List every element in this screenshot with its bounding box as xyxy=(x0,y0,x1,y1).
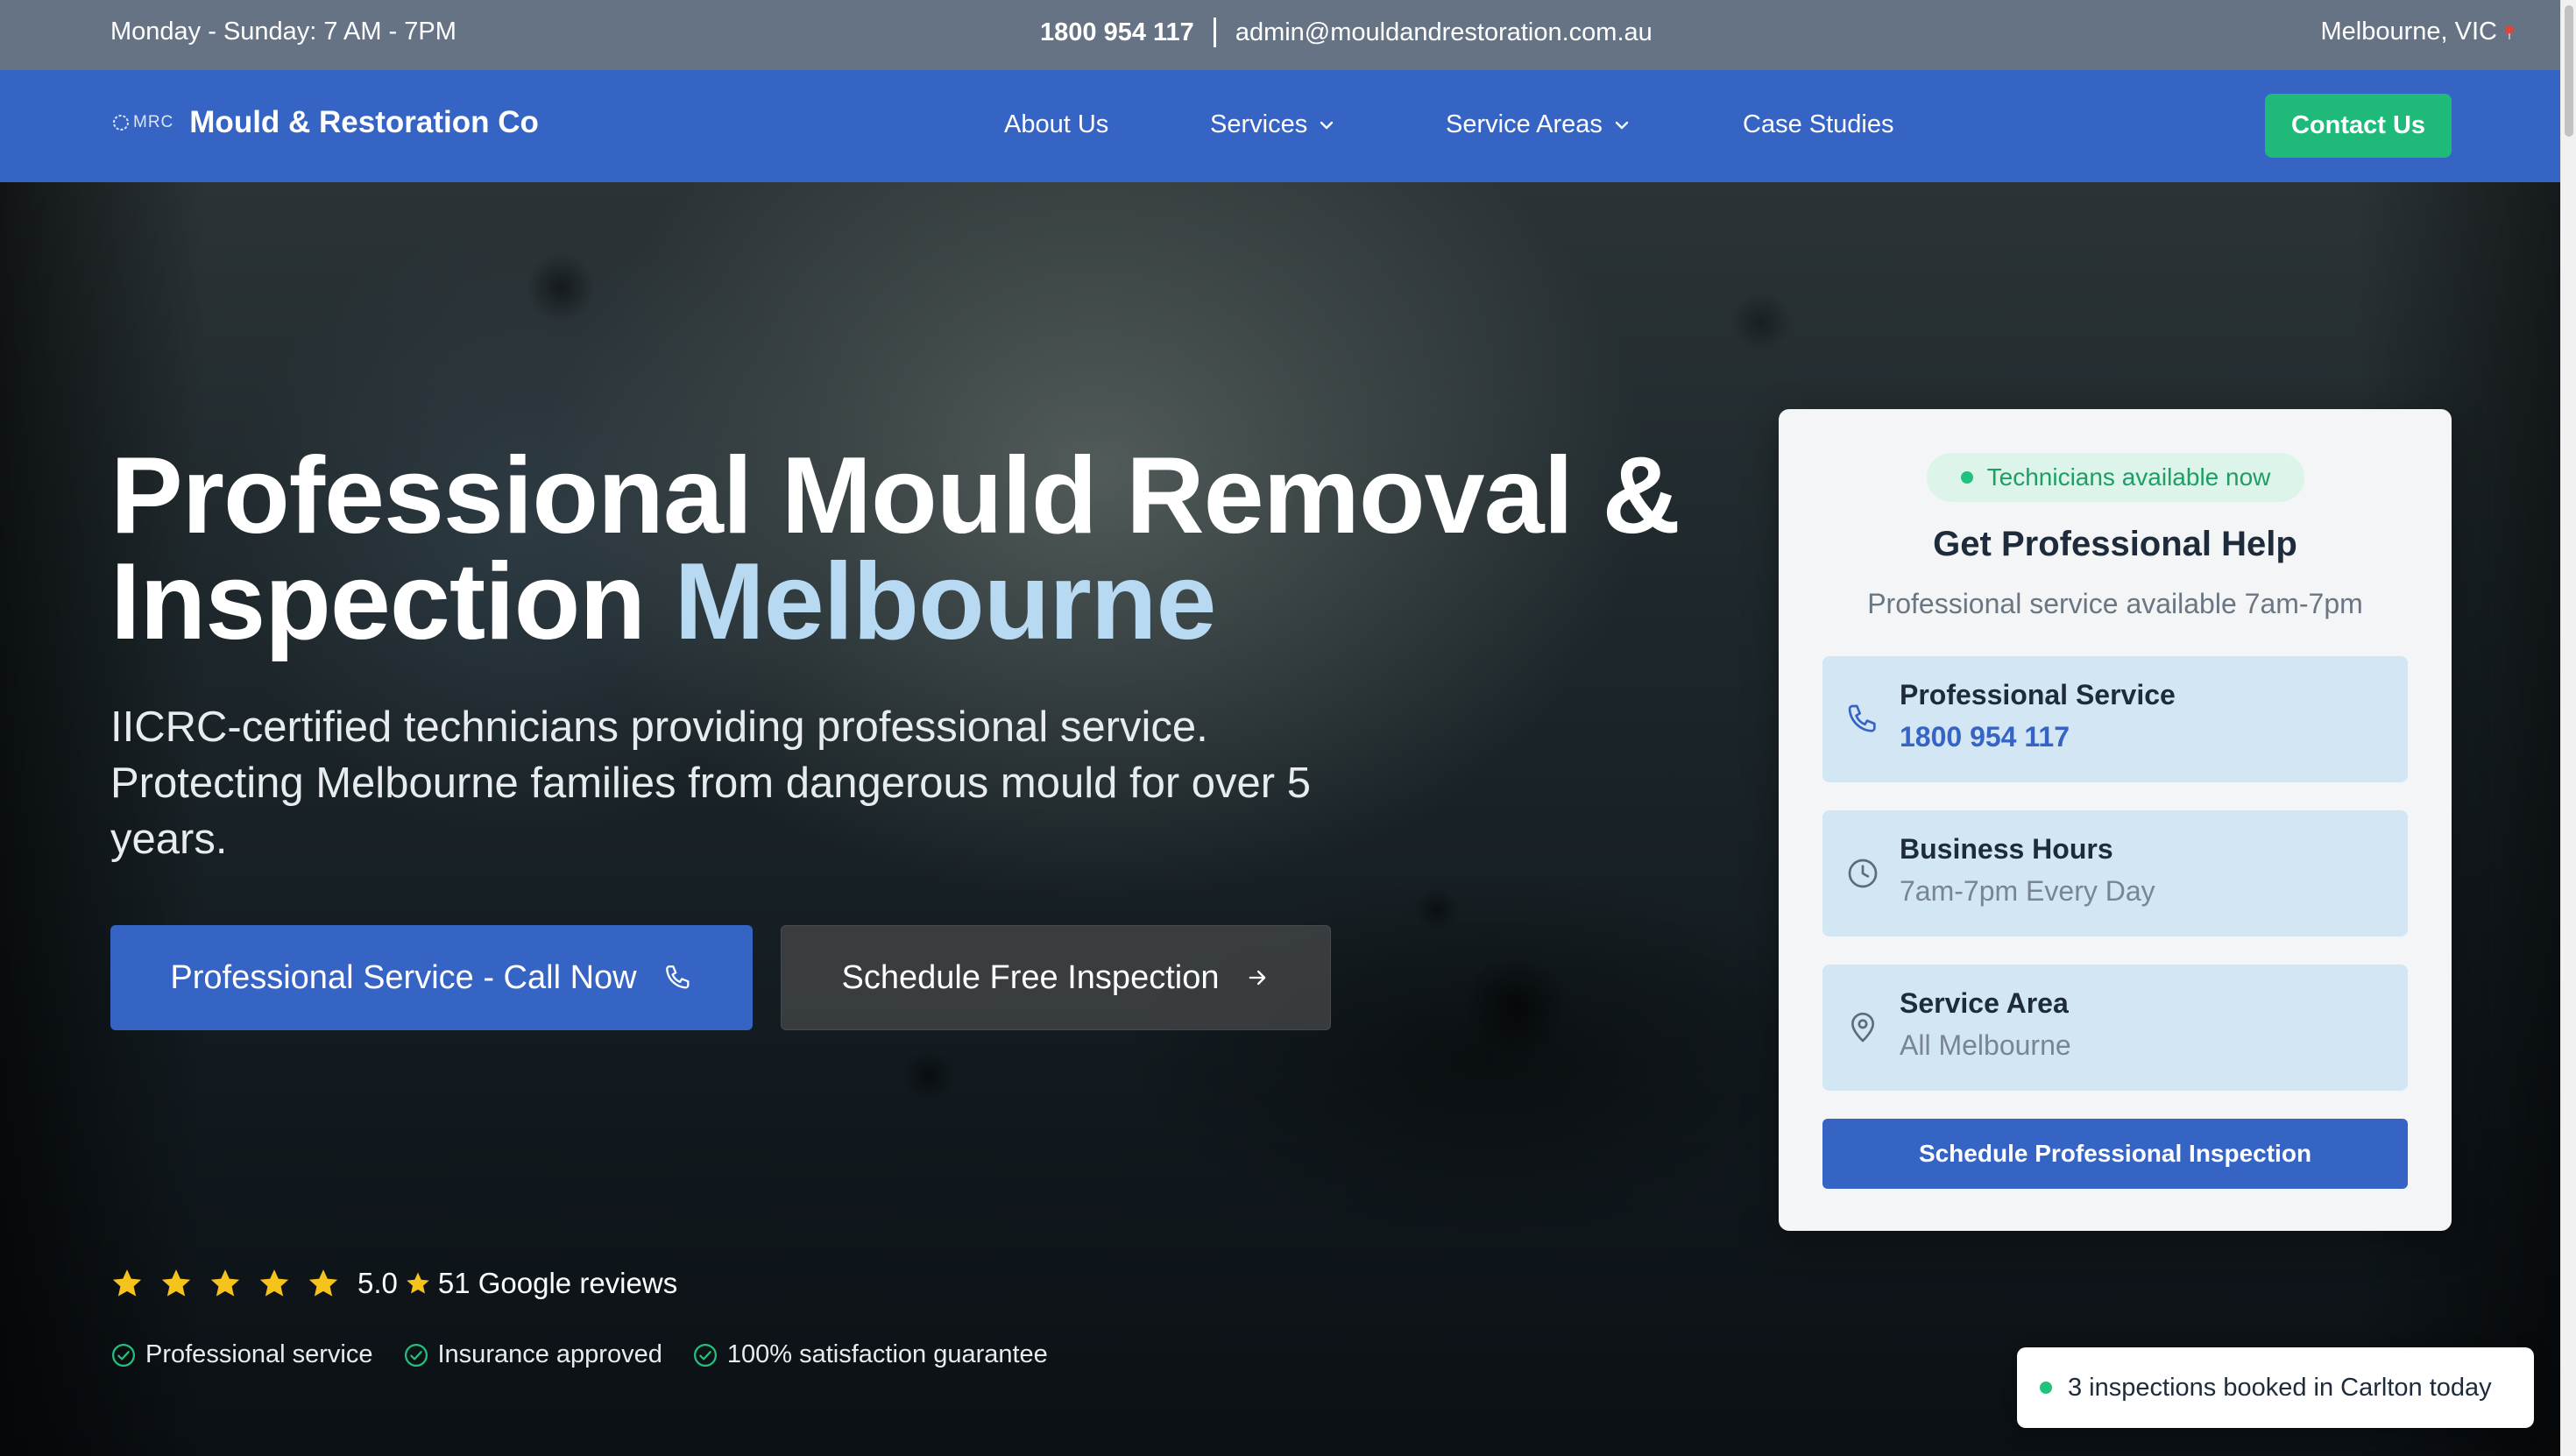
star-icon xyxy=(308,1269,338,1297)
phone-info-box[interactable]: Professional Service 1800 954 117 xyxy=(1822,656,2408,782)
pin-icon xyxy=(2504,25,2515,39)
clock-icon xyxy=(1848,859,1878,888)
chevron-down-icon xyxy=(1615,121,1629,129)
schedule-inspection-button[interactable]: Schedule Free Inspection xyxy=(781,925,1331,1030)
schedule-professional-inspection-button[interactable]: Schedule Professional Inspection xyxy=(1822,1119,2408,1189)
nav-case-studies[interactable]: Case Studies xyxy=(1743,110,1894,139)
check-circle-icon xyxy=(112,1343,135,1367)
area-info-box: Service Area All Melbourne xyxy=(1822,965,2408,1091)
info-title: Professional Service xyxy=(1900,679,2176,710)
top-info-bar: Monday - Sunday: 7 AM - 7PM 1800 954 117… xyxy=(0,0,2560,70)
assurance-list: Professional service Insurance approved … xyxy=(110,1340,1048,1369)
call-now-label: Professional Service - Call Now xyxy=(170,958,637,996)
phone-icon xyxy=(1848,704,1876,732)
logo: MRC xyxy=(110,112,173,133)
phone-number-link[interactable]: 1800 954 117 xyxy=(1900,721,2070,753)
star-icon xyxy=(161,1269,191,1297)
rating-score: 5.0 xyxy=(357,1267,398,1299)
rating-reviews: 51 Google reviews xyxy=(437,1267,678,1299)
info-title: Service Area xyxy=(1900,987,2069,1019)
check-circle-icon xyxy=(404,1343,428,1367)
check-circle-icon xyxy=(693,1343,717,1367)
contact-us-button[interactable]: Contact Us xyxy=(2265,94,2452,158)
star-icon xyxy=(210,1269,240,1297)
call-now-button[interactable]: Professional Service - Call Now xyxy=(110,925,753,1030)
brand-link[interactable]: MRC Mould & Restoration Co xyxy=(110,105,539,140)
rating-stars xyxy=(110,1267,340,1300)
nav-service-areas[interactable]: Service Areas xyxy=(1446,110,1631,139)
location-pin-icon xyxy=(1851,1012,1874,1043)
status-dot-icon xyxy=(1960,471,1973,484)
hero-title-accent: Melbourne xyxy=(674,541,1217,662)
chevron-down-icon xyxy=(1320,121,1334,129)
info-title: Business Hours xyxy=(1900,833,2113,865)
top-location: Melbourne, VIC xyxy=(2321,18,2516,46)
schedule-label: Schedule Free Inspection xyxy=(841,958,1220,996)
arrow-right-icon xyxy=(1249,970,1266,986)
assurance-item: Insurance approved xyxy=(403,1340,662,1369)
assurance-item: Professional service xyxy=(110,1340,373,1369)
scrollbar-thumb[interactable] xyxy=(2565,5,2573,137)
main-nav: MRC Mould & Restoration Co About Us Serv… xyxy=(0,70,2560,182)
nav-services[interactable]: Services xyxy=(1210,110,1335,139)
hero-title: Professional Mould Removal & Inspection … xyxy=(110,442,1775,656)
divider xyxy=(1213,18,1216,47)
page-scrollbar[interactable] xyxy=(2560,0,2576,1456)
status-dot-icon xyxy=(2040,1382,2052,1394)
logo-text: MRC xyxy=(133,113,174,131)
assurance-label: Professional service xyxy=(145,1340,373,1368)
google-rating: 5.0 51 Google reviews xyxy=(110,1267,677,1300)
logo-ring-icon xyxy=(113,115,129,131)
phone-icon xyxy=(665,965,690,989)
top-contact: 1800 954 117 admin@mouldandrestoration.c… xyxy=(1040,18,1652,47)
assurance-item: 100% satisfaction guarantee xyxy=(692,1340,1048,1369)
info-value: 7am-7pm Every Day xyxy=(1900,875,2155,907)
top-phone-link[interactable]: 1800 954 117 xyxy=(1040,18,1194,47)
card-subtitle: Professional service available 7am-7pm xyxy=(1867,588,2363,619)
availability-text: Technicians available now xyxy=(1986,463,2271,491)
page: Monday - Sunday: 7 AM - 7PM 1800 954 117… xyxy=(0,0,2576,1456)
top-email-link[interactable]: admin@mouldandrestoration.com.au xyxy=(1235,18,1652,47)
info-value: All Melbourne xyxy=(1900,1029,2071,1061)
nav-label: Services xyxy=(1210,110,1308,138)
opening-hours: Monday - Sunday: 7 AM - 7PM xyxy=(110,18,456,46)
star-icon xyxy=(112,1269,142,1297)
nav-label: About Us xyxy=(1004,110,1109,138)
assurance-label: 100% satisfaction guarantee xyxy=(726,1340,1048,1368)
booking-toast: 3 inspections booked in Carlton today xyxy=(2017,1347,2534,1428)
star-icon xyxy=(259,1269,289,1297)
card-title: Get Professional Help xyxy=(1933,525,2297,563)
location-text: Melbourne, VIC xyxy=(2320,18,2498,46)
availability-badge: Technicians available now xyxy=(1927,453,2304,502)
nav-label: Service Areas xyxy=(1446,110,1603,138)
hero-subtitle: IICRC-certified technicians providing pr… xyxy=(110,703,1311,863)
assurance-label: Insurance approved xyxy=(437,1340,662,1368)
nav-about-us[interactable]: About Us xyxy=(1004,110,1108,139)
rating-text: 5.0 51 Google reviews xyxy=(357,1267,677,1300)
star-icon xyxy=(407,1272,429,1294)
nav-label: Case Studies xyxy=(1743,110,1894,138)
help-card: Technicians available now Get Profession… xyxy=(1779,409,2452,1231)
toast-text: 3 inspections booked in Carlton today xyxy=(2068,1373,2492,1402)
brand-name: Mould & Restoration Co xyxy=(189,105,539,139)
hours-info-box: Business Hours 7am-7pm Every Day xyxy=(1822,810,2408,937)
